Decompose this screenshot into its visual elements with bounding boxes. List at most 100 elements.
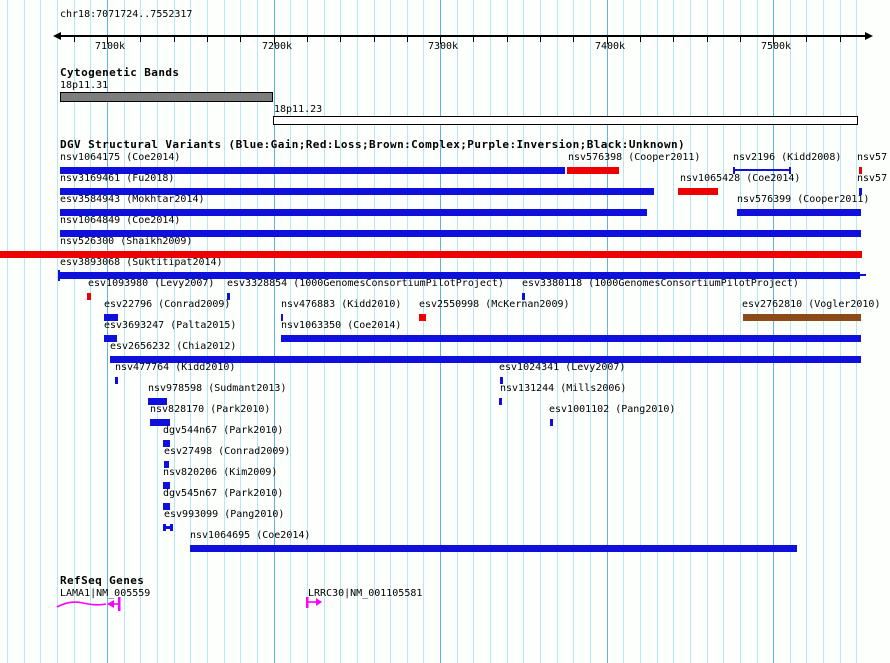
- variant-label[interactable]: esv27498 (Conrad2009): [164, 446, 290, 457]
- variant-bar[interactable]: [550, 419, 553, 426]
- variant-label[interactable]: esv2656232 (Chia2012): [110, 341, 236, 352]
- variant-bar[interactable]: [737, 209, 861, 216]
- gridline-minor: [623, 0, 624, 663]
- cytoband-label: 18p11.31: [60, 80, 108, 91]
- variant-label[interactable]: nsv526300 (Shaikh2009): [60, 236, 192, 247]
- gridline-major: [773, 0, 774, 663]
- variant-label[interactable]: nsv978598 (Sudmant2013): [148, 383, 286, 394]
- variant-label[interactable]: nsv1063350 (Coe2014): [281, 320, 401, 331]
- gridline-minor: [490, 0, 491, 663]
- region-coordinates-label: chr18:7071724..7552317: [60, 9, 192, 20]
- variant-label[interactable]: esv1001102 (Pang2010): [549, 404, 675, 415]
- gridline-minor: [690, 0, 691, 663]
- variant-label[interactable]: nsv576398 (Cooper2011): [568, 152, 700, 163]
- cytoband-bar[interactable]: [273, 116, 858, 125]
- gridline-minor: [290, 0, 291, 663]
- variant-label[interactable]: nsv820206 (Kim2009): [163, 467, 277, 478]
- gridline-major: [607, 0, 608, 663]
- variant-label[interactable]: dgv545n67 (Park2010): [163, 488, 283, 499]
- variant-label[interactable]: esv3693247 (Palta2015): [104, 320, 236, 331]
- gridline-minor: [673, 0, 674, 663]
- gridline-minor: [790, 0, 791, 663]
- gridline-minor: [307, 0, 308, 663]
- variant-label[interactable]: nsv3169461 (Fu2018): [60, 173, 174, 184]
- ruler-tick-label: 7100k: [95, 41, 125, 52]
- variant-label[interactable]: dgv544n67 (Park2010): [163, 425, 283, 436]
- variant-bar[interactable]: [190, 545, 797, 552]
- ruler-tick-label: 7500k: [761, 41, 791, 52]
- gene-glyph-stub-right[interactable]: [306, 597, 324, 611]
- variant-bracket-end: [163, 524, 166, 531]
- variant-label[interactable]: nsv477764 (Kidd2010): [115, 362, 235, 373]
- gridline-minor: [523, 0, 524, 663]
- variant-label[interactable]: nsv131244 (Mills2006): [500, 383, 626, 394]
- gridline-minor: [640, 0, 641, 663]
- gridline-minor: [557, 0, 558, 663]
- ruler-left-arrow-icon: [53, 32, 61, 40]
- variant-label[interactable]: esv993099 (Pang2010): [164, 509, 284, 520]
- variant-bar[interactable]: [281, 335, 861, 342]
- variant-label[interactable]: nsv1064849 (Coe2014): [60, 215, 180, 226]
- gridline-minor: [423, 0, 424, 663]
- variant-label[interactable]: nsv1064175 (Coe2014): [60, 152, 180, 163]
- gridline-minor: [473, 0, 474, 663]
- ruler-tick: [340, 37, 341, 42]
- gridline-minor: [7, 0, 8, 663]
- ruler-tick-label: 7300k: [428, 41, 458, 52]
- gridline-minor: [806, 0, 807, 663]
- variant-label[interactable]: nsv2196 (Kidd2008): [733, 152, 841, 163]
- gridline-minor: [457, 0, 458, 663]
- variant-bar-left-tick: [58, 270, 60, 281]
- variant-bracket-line[interactable]: [733, 169, 791, 171]
- gridline-minor: [657, 0, 658, 663]
- ruler-tick: [307, 37, 308, 42]
- variant-label[interactable]: esv1093980 (Levy2007): [88, 278, 214, 289]
- variant-label[interactable]: esv1024341 (Levy2007): [499, 362, 625, 373]
- variant-bar-tail: [860, 274, 866, 276]
- dgv-track-header: DGV Structural Variants (Blue:Gain;Red:L…: [60, 139, 685, 151]
- variant-label[interactable]: nsv1065428 (Coe2014): [680, 173, 800, 184]
- ruler-tick: [240, 37, 241, 42]
- variant-label[interactable]: nsv1064695 (Coe2014): [190, 530, 310, 541]
- variant-label[interactable]: esv3328854 (1000GenomesConsortiumPilotPr…: [227, 278, 504, 289]
- variant-bar[interactable]: [115, 377, 118, 384]
- variant-label[interactable]: nsv828170 (Park2010): [150, 404, 270, 415]
- variant-label[interactable]: esv3380118 (1000GenomesConsortiumPilotPr…: [522, 278, 799, 289]
- ruler-tick: [140, 37, 141, 42]
- cytogenetic-bands-header: Cytogenetic Bands: [60, 67, 179, 79]
- variant-bar[interactable]: [419, 314, 426, 321]
- ruler-tick: [74, 37, 75, 42]
- variant-label[interactable]: nsv57: [857, 173, 887, 184]
- variant-label[interactable]: esv22796 (Conrad2009): [104, 299, 230, 310]
- variant-label[interactable]: esv3893068 (Suktitipat2014): [60, 257, 223, 268]
- gridline-minor: [24, 0, 25, 663]
- gridline-minor: [740, 0, 741, 663]
- variant-label[interactable]: esv2550998 (McKernan2009): [419, 299, 570, 310]
- variant-label[interactable]: nsv57: [857, 152, 887, 163]
- variant-bar[interactable]: [743, 314, 861, 321]
- cytoband-bar[interactable]: [60, 92, 273, 102]
- ruler-tick-label: 7200k: [262, 41, 292, 52]
- gridline-minor: [374, 0, 375, 663]
- gridline-minor: [707, 0, 708, 663]
- variant-label[interactable]: esv2762810 (Vogler2010): [742, 299, 880, 310]
- ruler-tick: [374, 37, 375, 42]
- variant-label[interactable]: esv3584943 (Mokhtar2014): [60, 194, 205, 205]
- gene-glyph-curve-left[interactable]: [56, 596, 126, 614]
- variant-bracket-end: [170, 524, 173, 531]
- ruler-tick: [640, 37, 641, 42]
- variant-label[interactable]: nsv576399 (Cooper2011): [737, 194, 869, 205]
- variant-bar[interactable]: [678, 188, 718, 195]
- gene-label[interactable]: LRRC30|NM_001105581: [308, 588, 422, 599]
- variant-bar[interactable]: [499, 398, 502, 405]
- variant-label[interactable]: nsv476883 (Kidd2010): [281, 299, 401, 310]
- gridline-minor: [856, 0, 857, 663]
- ruler-right-arrow-icon: [865, 32, 873, 40]
- ruler-tick-label: 7400k: [595, 41, 625, 52]
- ruler-tick: [707, 37, 708, 42]
- genome-browser-panel: chr18:7071724..7552317 7100k 7200k 7300k 74…: [0, 0, 890, 663]
- variant-bar[interactable]: [567, 167, 619, 174]
- gridline-minor: [840, 0, 841, 663]
- variant-bar[interactable]: [87, 293, 91, 300]
- gridline-minor: [57, 0, 58, 663]
